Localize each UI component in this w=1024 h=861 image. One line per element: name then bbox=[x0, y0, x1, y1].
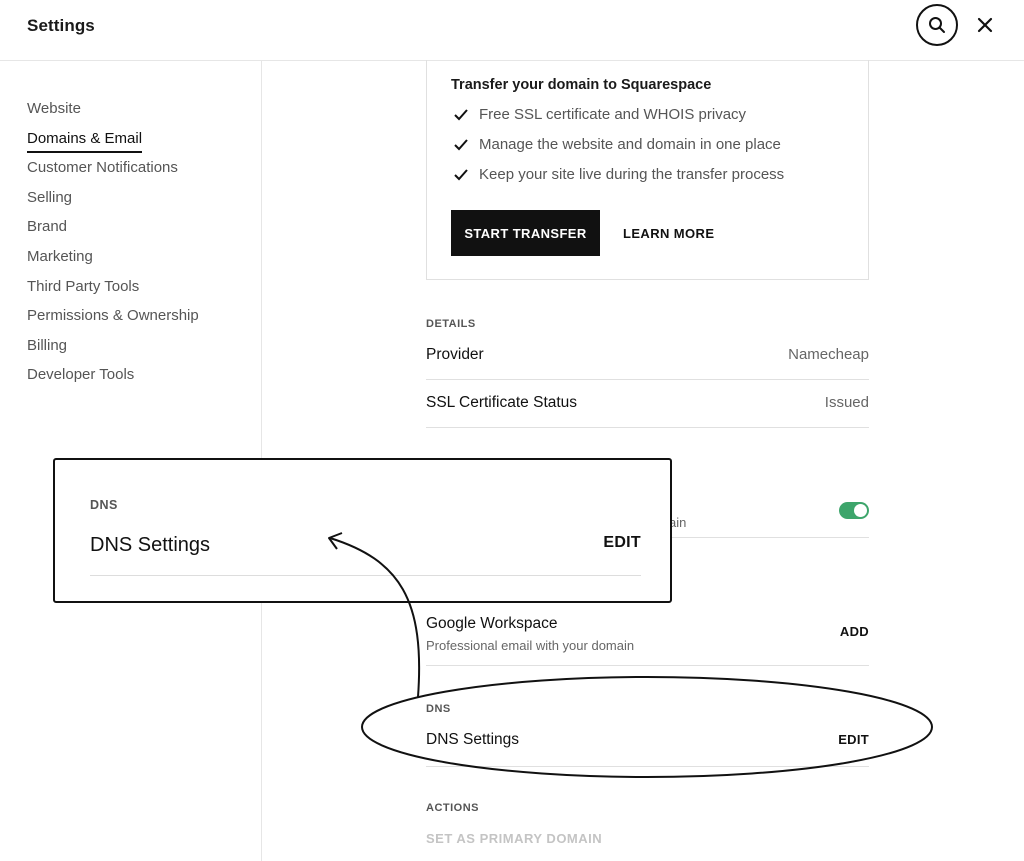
sidebar-item-selling[interactable]: Selling bbox=[27, 188, 199, 218]
sidebar-item-label: Permissions & Ownership bbox=[27, 307, 199, 325]
feature-item: Free SSL certificate and WHOIS privacy bbox=[453, 106, 746, 123]
sidebar-item-label: Brand bbox=[27, 218, 68, 236]
zoom-edit-button[interactable]: EDIT bbox=[603, 534, 641, 552]
dns-edit-button[interactable]: EDIT bbox=[838, 732, 869, 747]
feature-item: Keep your site live during the transfer … bbox=[453, 166, 784, 183]
sidebar-item-website[interactable]: Website bbox=[27, 99, 199, 129]
provider-label: Provider bbox=[426, 346, 484, 363]
transfer-domain-card: Transfer your domain to Squarespace Free… bbox=[426, 60, 869, 280]
search-button[interactable] bbox=[916, 4, 958, 46]
sidebar-item-label: Marketing bbox=[27, 247, 93, 265]
details-section-label: DETAILS bbox=[426, 318, 476, 330]
feature-text: Keep your site live during the transfer … bbox=[479, 166, 785, 183]
feature-item: Manage the website and domain in one pla… bbox=[453, 136, 781, 153]
check-icon bbox=[454, 138, 468, 150]
sidebar-item-customer-notifications[interactable]: Customer Notifications bbox=[27, 158, 199, 188]
google-workspace-subtitle: Professional email with your domain bbox=[426, 638, 635, 653]
sidebar-item-third-party-tools[interactable]: Third Party Tools bbox=[27, 277, 199, 307]
sidebar-item-developer-tools[interactable]: Developer Tools bbox=[27, 365, 199, 395]
search-icon bbox=[929, 17, 945, 33]
feature-text: Free SSL certificate and WHOIS privacy bbox=[479, 106, 747, 123]
check-icon bbox=[454, 108, 468, 120]
start-transfer-button[interactable]: START TRANSFER bbox=[451, 210, 600, 256]
sidebar-item-label: Domains & Email bbox=[27, 129, 143, 153]
close-button[interactable] bbox=[974, 14, 996, 36]
sidebar-item-marketing[interactable]: Marketing bbox=[27, 247, 199, 277]
zoom-dns-title: DNS Settings bbox=[90, 534, 211, 556]
google-workspace-title: Google Workspace bbox=[426, 615, 558, 632]
add-email-button[interactable]: ADD bbox=[840, 624, 869, 639]
set-primary-domain-button[interactable]: SET AS PRIMARY DOMAIN bbox=[426, 831, 602, 846]
dns-section-label: DNS bbox=[426, 703, 451, 715]
top-bar: Settings bbox=[0, 0, 1024, 61]
zoom-callout: DNS DNS Settings EDIT bbox=[53, 458, 672, 603]
provider-row: Provider Namecheap bbox=[426, 340, 869, 380]
feature-text: Manage the website and domain in one pla… bbox=[479, 136, 781, 153]
sidebar-item-label: Developer Tools bbox=[27, 366, 135, 384]
sidebar-item-label: Website bbox=[27, 100, 81, 117]
dns-settings-label: DNS Settings bbox=[426, 731, 520, 748]
google-workspace-row: Google Workspace Professional email with… bbox=[426, 610, 869, 666]
close-icon bbox=[977, 17, 993, 33]
setting-toggle[interactable] bbox=[839, 502, 869, 519]
dns-settings-row: DNS Settings EDIT bbox=[426, 722, 869, 767]
sidebar-item-label: Third Party Tools bbox=[27, 277, 140, 295]
ssl-status-label: SSL Certificate Status bbox=[426, 394, 578, 411]
page-title: Settings bbox=[27, 16, 95, 35]
sidebar-item-brand[interactable]: Brand bbox=[27, 217, 199, 247]
ssl-status-value: Issued bbox=[824, 394, 869, 411]
learn-more-link[interactable]: LEARN MORE bbox=[623, 210, 714, 256]
sidebar-item-label: Customer Notifications bbox=[27, 159, 178, 177]
sidebar-item-billing[interactable]: Billing bbox=[27, 336, 199, 366]
ssl-status-row: SSL Certificate Status Issued bbox=[426, 380, 869, 428]
provider-value: Namecheap bbox=[788, 346, 869, 363]
sidebar-item-label: Selling bbox=[27, 188, 73, 206]
sidebar-nav: Website Domains & Email Customer Notific… bbox=[27, 99, 199, 395]
zoom-dns-row: DNS Settings EDIT bbox=[90, 530, 641, 576]
actions-section-label: ACTIONS bbox=[426, 802, 479, 814]
zoom-dns-label: DNS bbox=[90, 498, 118, 512]
check-icon bbox=[454, 168, 468, 180]
sidebar-item-domains-email[interactable]: Domains & Email bbox=[27, 129, 199, 159]
sidebar-item-permissions-ownership[interactable]: Permissions & Ownership bbox=[27, 306, 199, 336]
transfer-title: Transfer your domain to Squarespace bbox=[451, 77, 712, 93]
sidebar-item-label: Billing bbox=[27, 336, 68, 354]
